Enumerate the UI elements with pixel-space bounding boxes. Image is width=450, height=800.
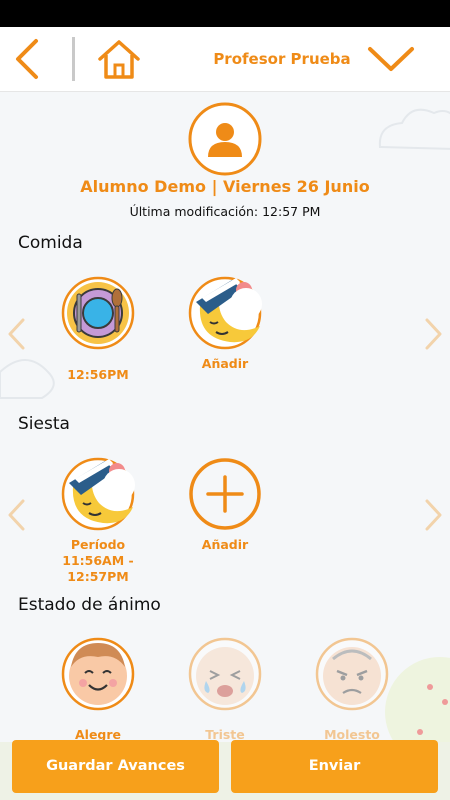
siesta-add[interactable]: Añadir <box>170 457 280 553</box>
siesta-entry-time: 11:56AM - 12:57PM <box>62 553 134 584</box>
comida-entry-time: 12:56PM <box>67 367 129 382</box>
sleeping-moon-icon <box>188 276 262 350</box>
crying-baby-icon <box>188 637 262 711</box>
angry-baby-icon <box>315 637 389 711</box>
mood-molesto[interactable]: Molesto <box>297 637 407 743</box>
comida-prev-arrow[interactable] <box>6 316 28 352</box>
back-button[interactable] <box>10 37 50 81</box>
mood-alegre[interactable]: Alegre <box>43 637 153 743</box>
top-bar: Profesor Prueba <box>0 27 450 92</box>
user-avatar-icon <box>188 102 262 176</box>
siesta-entry[interactable]: Período 11:56AM - 12:57PM <box>43 457 153 585</box>
save-progress-button[interactable]: Guardar Avances <box>12 740 219 793</box>
chevron-right-icon <box>425 499 442 531</box>
siesta-next-arrow[interactable] <box>422 497 444 533</box>
happy-baby-icon <box>61 637 135 711</box>
section-title-comida: Comida <box>18 233 83 253</box>
chevron-right-icon <box>425 318 442 350</box>
home-icon <box>98 40 140 79</box>
chevron-left-icon <box>8 499 25 531</box>
student-avatar <box>187 101 263 177</box>
section-title-animo: Estado de ánimo <box>18 595 161 615</box>
status-bar <box>0 0 450 27</box>
plate-fork-icon <box>61 276 135 350</box>
chevron-left-icon <box>8 318 25 350</box>
siesta-prev-arrow[interactable] <box>6 497 28 533</box>
section-title-siesta: Siesta <box>18 414 70 434</box>
account-menu-button[interactable] <box>366 41 416 77</box>
siesta-entry-label: Período <box>70 537 126 552</box>
sleeping-moon-icon <box>61 457 135 531</box>
student-heading: Alumno Demo | Viernes 26 Junio <box>0 177 450 196</box>
last-modified: Última modificación: 12:57 PM <box>129 204 321 219</box>
comida-entry[interactable]: 12:56PM <box>43 276 153 383</box>
chevron-down-icon <box>368 47 414 71</box>
header-divider <box>72 37 75 81</box>
comida-add-label: Añadir <box>201 356 249 371</box>
student-name: Alumno Demo <box>80 177 206 196</box>
chevron-left-icon <box>16 39 38 79</box>
report-date: | Viernes 26 Junio <box>211 177 370 196</box>
send-button[interactable]: Enviar <box>231 740 438 793</box>
teacher-name: Profesor Prueba <box>213 50 351 68</box>
siesta-add-label: Añadir <box>201 537 249 552</box>
mood-triste[interactable]: Triste <box>170 637 280 743</box>
home-button[interactable] <box>96 37 142 81</box>
plus-circle-icon <box>189 458 261 530</box>
comida-add[interactable]: Añadir <box>170 276 280 372</box>
comida-next-arrow[interactable] <box>422 316 444 352</box>
